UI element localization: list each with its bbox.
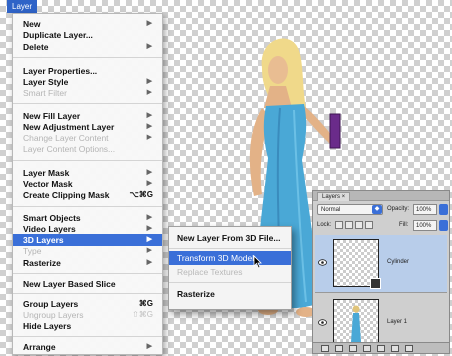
menu-item-label: Smart Filter: [23, 88, 67, 98]
menu-separator: [169, 282, 291, 283]
fill-field[interactable]: 100%: [413, 220, 437, 231]
lock-label: Lock:: [317, 222, 332, 228]
layer-style-icon[interactable]: [335, 345, 343, 352]
menu-separator: [13, 336, 162, 337]
layer-thumbnail: [333, 299, 379, 347]
figure-thumbnail-icon: [351, 305, 361, 342]
chevron-down-icon: ◆: [372, 205, 382, 214]
lock-fill-row: Lock: Fill: 100%: [315, 220, 448, 232]
menu-item-new-layer-based-slice[interactable]: New Layer Based Slice: [13, 278, 162, 290]
submenu-item-transform-3d-model[interactable]: Transform 3D Model: [169, 251, 291, 265]
tab-layers[interactable]: Layers ×: [317, 192, 351, 201]
menu-separator: [169, 248, 291, 249]
layer-name[interactable]: Layer 1: [387, 319, 407, 325]
menu-separator: [13, 206, 162, 207]
menu-item-label: Layer Style: [23, 77, 69, 87]
menu-item-label: Type: [23, 246, 42, 256]
submenu-item-new-layer-from-3d-file[interactable]: New Layer From 3D File...: [169, 231, 291, 245]
eye-icon[interactable]: [318, 259, 327, 266]
menu-bar: Layer: [0, 0, 452, 13]
trash-icon[interactable]: [405, 345, 413, 352]
menu-item-label: Create Clipping Mask: [23, 190, 110, 200]
lock-position-icon[interactable]: [355, 221, 363, 229]
menu-separator: [13, 103, 162, 104]
menu-item-label: Hide Layers: [23, 321, 72, 331]
menu-item-type: Type ▶: [13, 245, 162, 257]
menu-item-label: Delete: [23, 42, 49, 52]
fill-label: Fill:: [399, 222, 409, 228]
figure-right-arm: [302, 106, 334, 144]
menu-item-label: Layer Content Options...: [23, 144, 116, 154]
figure-book: [329, 113, 341, 149]
menu-item-label: Layer Properties...: [23, 66, 98, 76]
blend-mode-value: Normal: [321, 207, 341, 213]
3d-layers-submenu: New Layer From 3D File... Transform 3D M…: [168, 226, 292, 310]
submenu-arrow-icon: ▶: [146, 43, 152, 50]
menu-item-label: New Fill Layer: [23, 111, 81, 121]
blend-mode-select[interactable]: Normal ◆: [317, 204, 383, 215]
menu-item-rasterize[interactable]: Rasterize ▶: [13, 257, 162, 269]
menu-item-duplicate-layer[interactable]: Duplicate Layer...: [13, 29, 162, 41]
menu-item-smart-filter: Smart Filter ▶: [13, 87, 162, 99]
menu-item-label: New Layer Based Slice: [23, 279, 116, 289]
new-group-icon[interactable]: [377, 345, 385, 352]
menu-item-label: Change Layer Content: [23, 133, 109, 143]
menu-item-label: New Adjustment Layer: [23, 122, 115, 132]
layer-name[interactable]: Cylinder: [387, 259, 409, 265]
menu-item-label: Rasterize: [23, 258, 61, 268]
blend-opacity-row: Normal ◆ Opacity: 100%: [315, 204, 448, 216]
opacity-label: Opacity:: [387, 206, 410, 212]
layer-thumbnail: [333, 239, 381, 289]
menu-layer[interactable]: Layer: [7, 0, 38, 13]
menu-item-label: New: [23, 19, 41, 29]
shortcut-label: ⌥⌘G: [129, 190, 153, 199]
eye-icon[interactable]: [318, 319, 327, 326]
menu-separator: [13, 293, 162, 294]
3d-layer-badge-icon: [370, 278, 381, 289]
link-layers-icon[interactable]: [321, 345, 329, 352]
layer-row-cylinder[interactable]: Cylinder: [315, 235, 447, 293]
figure-face: [268, 56, 288, 84]
add-mask-icon[interactable]: [349, 345, 357, 352]
menu-item-label: Video Layers: [23, 224, 76, 234]
menu-item-arrange[interactable]: Arrange ▶: [13, 341, 162, 353]
menu-item-create-clipping-mask[interactable]: Create Clipping Mask ⌥⌘G: [13, 189, 162, 201]
menu-item-label: Smart Objects: [23, 213, 81, 223]
lock-all-icon[interactable]: [365, 221, 373, 229]
layers-panel: Layers × Normal ◆ Opacity: 100% Lock: Fi…: [312, 190, 450, 354]
menu-item-label: Ungroup Layers: [23, 310, 84, 320]
panel-footer-toolbar: [313, 342, 449, 353]
submenu-arrow-icon: ▶: [146, 247, 152, 254]
submenu-item-rasterize[interactable]: Rasterize: [169, 287, 291, 301]
opacity-field[interactable]: 100%: [413, 204, 437, 215]
submenu-arrow-icon: ▶: [146, 89, 152, 96]
pointer-cursor-icon: [253, 255, 262, 269]
new-layer-icon[interactable]: [391, 345, 399, 352]
menu-item-label: Layer Mask: [23, 168, 70, 178]
submenu-arrow-icon: ▶: [146, 343, 152, 350]
menu-item-label: Duplicate Layer...: [23, 30, 93, 40]
adjustment-layer-icon[interactable]: [363, 345, 371, 352]
submenu-arrow-icon: ▶: [146, 259, 152, 266]
menu-item-hide-layers[interactable]: Hide Layers: [13, 320, 162, 332]
opacity-arrow-icon[interactable]: [439, 204, 448, 215]
menu-separator: [13, 160, 162, 161]
menu-item-label: 3D Layers: [23, 235, 64, 245]
menu-item-label: Arrange: [23, 342, 56, 352]
panel-tab-bar: Layers ×: [313, 191, 449, 201]
lock-image-icon[interactable]: [345, 221, 353, 229]
submenu-item-replace-textures: Replace Textures: [177, 267, 243, 277]
menu-item-layer-content-options: Layer Content Options...: [13, 143, 162, 155]
menu-separator: [13, 273, 162, 274]
menu-item-label: Vector Mask: [23, 179, 73, 189]
layer-menu-dropdown: New ▶ Duplicate Layer... Delete ▶ Layer Pr…: [12, 13, 163, 355]
menu-item-label: Group Layers: [23, 299, 79, 309]
lock-transparent-icon[interactable]: [335, 221, 343, 229]
menu-item-delete[interactable]: Delete ▶: [13, 41, 162, 53]
fill-arrow-icon[interactable]: [439, 220, 448, 231]
menu-separator: [13, 57, 162, 58]
